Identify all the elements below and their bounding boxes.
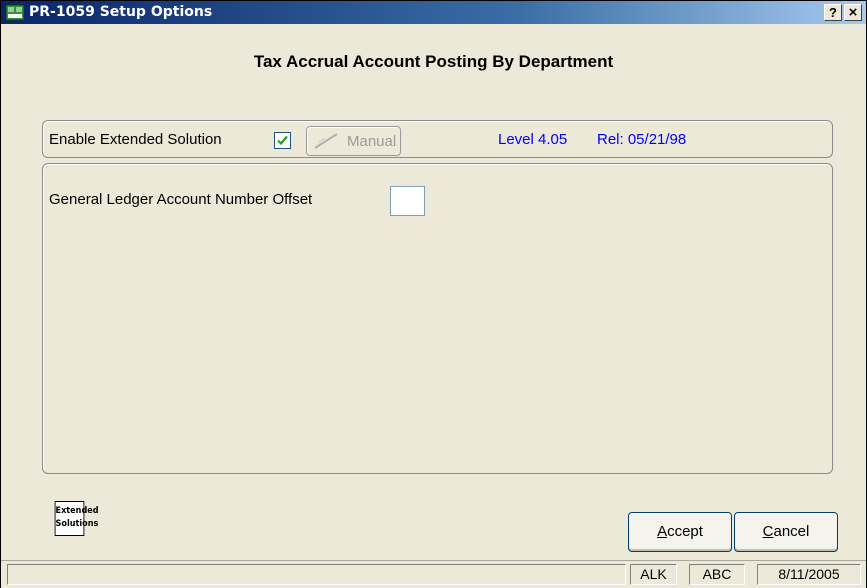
logo-line-1: Extended bbox=[55, 506, 99, 516]
gl-offset-label: General Ledger Account Number Offset bbox=[49, 191, 313, 208]
status-user: ALK bbox=[630, 564, 677, 585]
status-bar: ALK ABC 8/11/2005 bbox=[1, 560, 866, 588]
checkmark-icon bbox=[277, 135, 288, 146]
cancel-mnemonic: C bbox=[762, 523, 774, 540]
status-company: ABC bbox=[689, 564, 745, 585]
page-title: Tax Accrual Account Posting By Departmen… bbox=[253, 52, 614, 71]
help-button[interactable]: ? bbox=[824, 4, 842, 21]
accept-button[interactable]: Accept bbox=[628, 512, 732, 552]
title-bar[interactable]: PR-1059 Setup Options ? × bbox=[1, 1, 866, 24]
window-title: PR-1059 Setup Options bbox=[29, 4, 213, 20]
setup-options-window: PR-1059 Setup Options ? × Tax Accrual Ac… bbox=[0, 0, 867, 588]
app-icon bbox=[5, 4, 25, 21]
cancel-button[interactable]: Cancel bbox=[734, 512, 838, 552]
options-group-box bbox=[42, 163, 833, 474]
status-date: 8/11/2005 bbox=[757, 564, 861, 585]
manual-button[interactable]: Manual bbox=[306, 126, 401, 156]
accept-label: ccept bbox=[667, 523, 703, 540]
enable-extended-solution-checkbox[interactable] bbox=[274, 132, 291, 149]
accept-mnemonic: A bbox=[657, 523, 668, 540]
close-button[interactable]: × bbox=[844, 4, 862, 21]
status-message bbox=[7, 564, 626, 585]
gl-offset-input[interactable] bbox=[390, 186, 425, 216]
logo-line-2: Solutions bbox=[55, 519, 99, 529]
enable-extended-solution-label: Enable Extended Solution bbox=[49, 131, 222, 148]
extended-solutions-logo: Extended Solutions bbox=[54, 501, 99, 536]
level-text: Level 4.05 bbox=[498, 131, 568, 148]
release-date-text: Rel: 05/21/98 bbox=[597, 131, 687, 148]
cancel-label: ancel bbox=[773, 523, 810, 540]
manual-button-label: Manual bbox=[347, 133, 397, 150]
manual-pen-icon bbox=[314, 133, 338, 149]
